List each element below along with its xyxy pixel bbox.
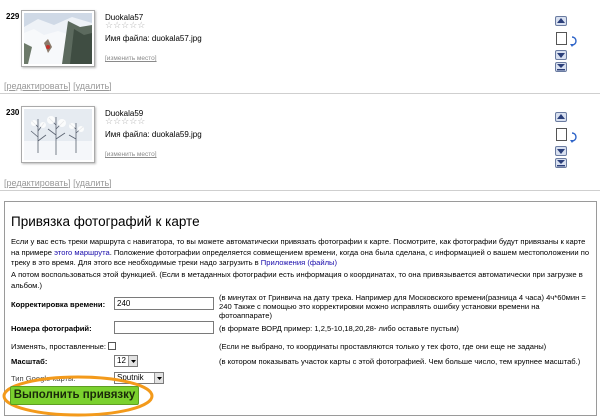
intro-paragraph: Если у вас есть треки маршрута с навигат… [11, 237, 591, 269]
overwrite-hint: (Если не выбрано, то координаты проставл… [219, 342, 547, 351]
delete-link[interactable]: удалить [76, 178, 110, 188]
move-up-icon[interactable] [555, 112, 567, 122]
edit-link[interactable]: редактировать [7, 81, 69, 91]
select-checkbox[interactable] [556, 128, 567, 141]
photo-thumbnail[interactable] [21, 106, 95, 163]
photo-actions: [редактировать] [удалить] [4, 178, 112, 188]
divider [0, 190, 600, 191]
dropdown-arrow-icon [128, 356, 137, 366]
change-place-link[interactable]: [изменить место] [105, 55, 157, 62]
run-binding-button[interactable]: Выполнить привязку [10, 386, 139, 405]
photo-item: 230 Duokala59 ☆☆☆☆☆ Имя файла: duokala59… [0, 96, 600, 191]
overwrite-label: Изменять, проставленные: [11, 342, 107, 351]
photo-item: 229 Duokala57 ☆☆☆☆☆ Имя файла: duokala57… [0, 0, 600, 95]
bracket: ] [109, 81, 112, 91]
snow-slope-image [24, 13, 92, 64]
scale-label: Масштаб: [11, 357, 48, 366]
scale-select[interactable]: 12 [114, 355, 138, 367]
divider [0, 93, 600, 94]
move-down-icon[interactable] [555, 146, 567, 156]
snowy-trees-image [24, 109, 92, 160]
photo-number: 229 [6, 12, 20, 21]
rating-stars[interactable]: ☆☆☆☆☆ [105, 21, 145, 30]
intro-paragraph-2: А потом воспользоваться этой функцией. (… [11, 270, 583, 290]
bracket: ] [ [68, 178, 76, 188]
run-button-area: Выполнить привязку [1, 374, 156, 418]
route-example-link[interactable]: этого маршрута [54, 248, 110, 257]
photo-card: 230 Duokala59 ☆☆☆☆☆ Имя файла: duokala59… [3, 99, 598, 171]
move-up-icon[interactable] [555, 16, 567, 26]
file-name: Имя файла: duokala59.jpg [105, 130, 202, 139]
scale-hint: (в котором показывать участок карты с эт… [219, 357, 581, 366]
applications-files-link[interactable]: Приложения (файлы) [261, 258, 337, 267]
edit-link[interactable]: редактировать [7, 178, 69, 188]
move-last-icon[interactable] [555, 158, 567, 168]
file-name: Имя файла: duokala57.jpg [105, 34, 202, 43]
photo-numbers-label: Номера фотографий: [11, 324, 92, 333]
overwrite-checkbox[interactable] [108, 342, 116, 350]
change-place-link[interactable]: [изменить место] [105, 151, 157, 158]
delete-link[interactable]: удалить [76, 81, 110, 91]
photo-numbers-hint: (в формате ВОРД пример: 1,2,5-10,18,20,2… [219, 324, 459, 333]
photo-card: 229 Duokala57 ☆☆☆☆☆ Имя файла: duokala57… [3, 3, 598, 75]
bracket: ] [109, 178, 112, 188]
time-correction-label: Корректировка времени: [11, 300, 106, 309]
rating-stars[interactable]: ☆☆☆☆☆ [105, 117, 145, 126]
photo-actions: [редактировать] [удалить] [4, 81, 112, 91]
bracket: ] [ [68, 81, 76, 91]
photo-thumbnail[interactable] [21, 10, 95, 67]
move-last-icon[interactable] [555, 62, 567, 72]
photo-number: 230 [6, 108, 20, 117]
rotate-icon[interactable] [569, 35, 579, 47]
time-correction-hint: (в минутах от Гринвича на дату трека. На… [219, 293, 586, 320]
scale-value: 12 [117, 356, 126, 365]
section-title: Привязка фотографий к карте [11, 214, 200, 229]
time-correction-input[interactable] [114, 297, 214, 310]
photo-numbers-input[interactable] [114, 321, 214, 334]
rotate-icon[interactable] [569, 131, 579, 143]
move-down-icon[interactable] [555, 50, 567, 60]
select-checkbox[interactable] [556, 32, 567, 45]
